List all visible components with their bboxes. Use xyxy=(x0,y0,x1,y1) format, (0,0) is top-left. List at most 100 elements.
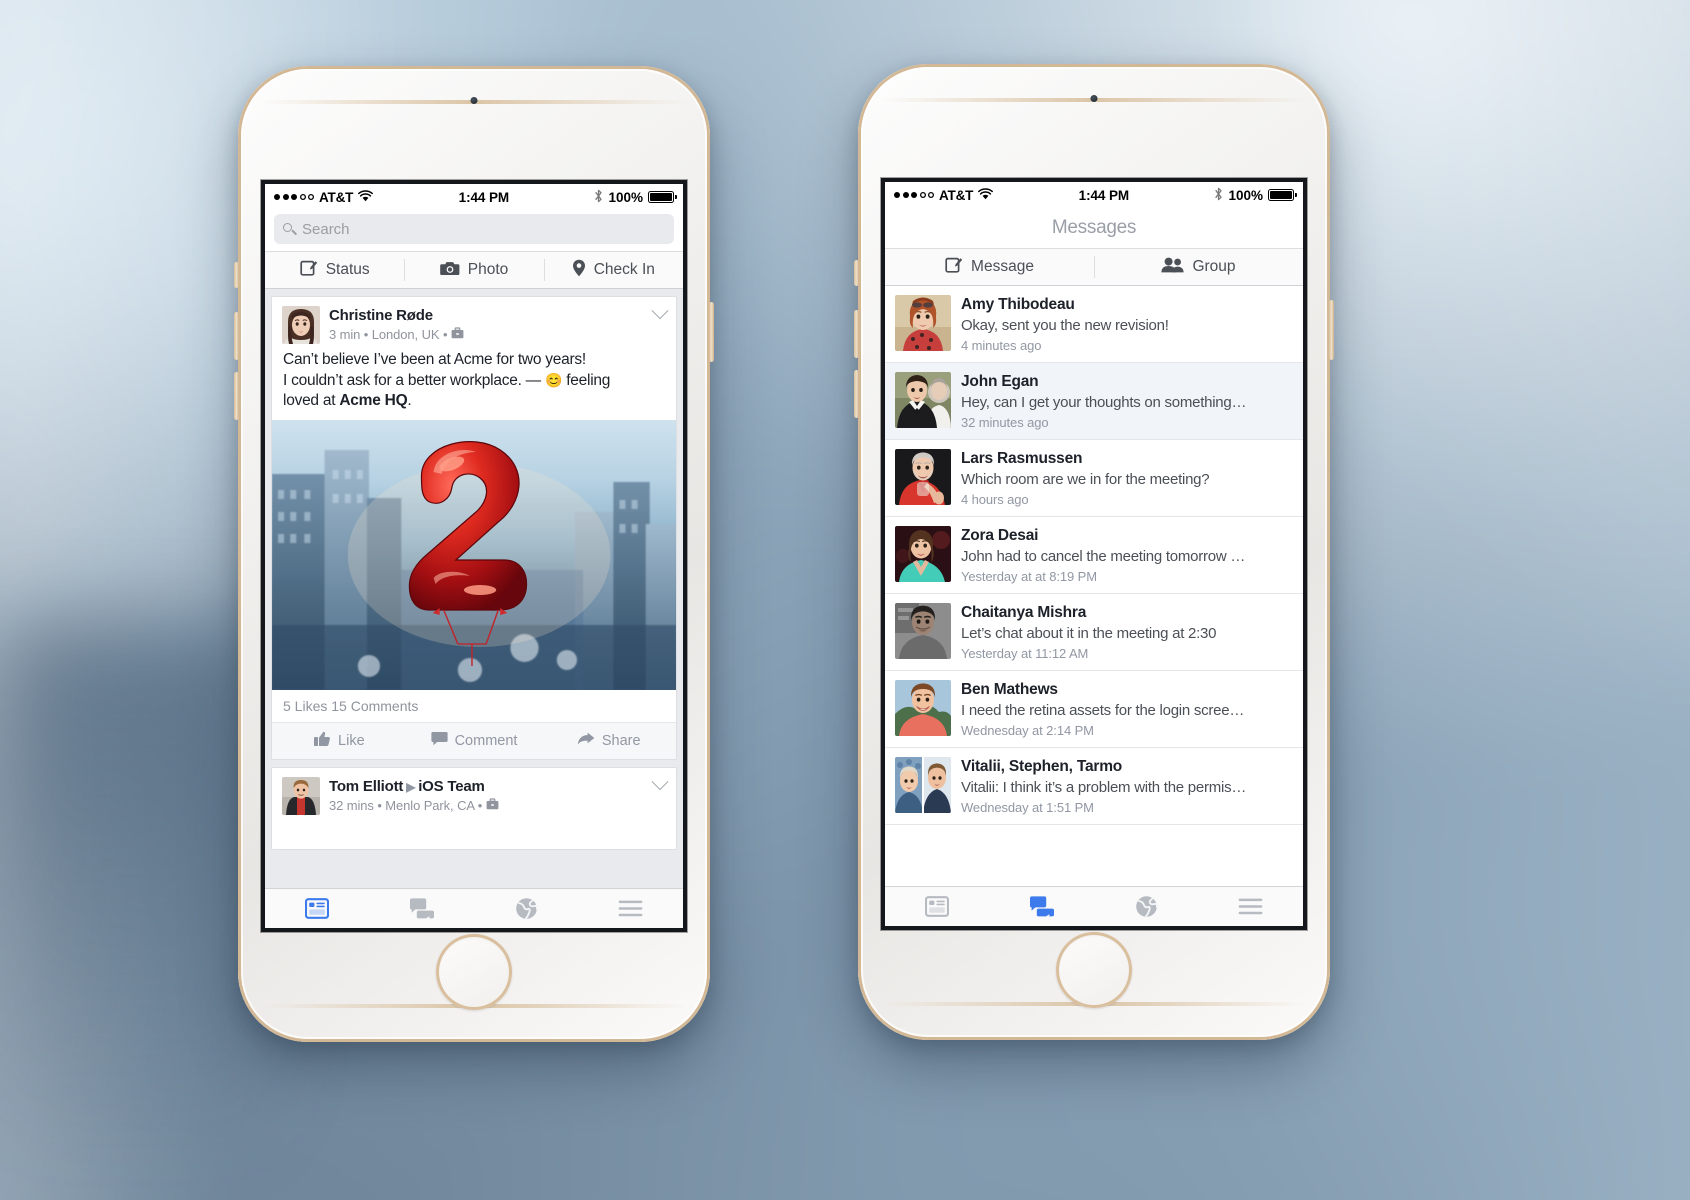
power-button[interactable] xyxy=(1329,300,1334,360)
avatar[interactable] xyxy=(895,526,951,582)
search-icon xyxy=(283,223,297,235)
thread-timestamp: Wednesday at 1:51 PM xyxy=(961,800,1094,815)
thread-snippet: Hey, can I get your thoughts on somethin… xyxy=(961,394,1247,411)
list-item[interactable]: Vitalii, Stephen, Tarmo Vitalii: I think… xyxy=(885,748,1303,825)
list-item[interactable]: Zora Desai John had to cancel the meetin… xyxy=(885,517,1303,594)
carrier-label: AT&T xyxy=(319,189,354,205)
phone-right-screen: AT&T 1:44 PM 100% Messages Message Group… xyxy=(885,182,1303,926)
tab-more[interactable] xyxy=(579,889,684,928)
thread-snippet: Which room are we in for the meeting? xyxy=(961,471,1210,488)
battery-percent-label: 100% xyxy=(1228,187,1263,203)
avatar[interactable] xyxy=(895,603,951,659)
post-place-link[interactable]: Acme HQ xyxy=(339,392,407,409)
photo-composer-button[interactable]: Photo xyxy=(404,252,543,288)
volume-up-button[interactable] xyxy=(234,312,239,360)
volume-down-button[interactable] xyxy=(854,370,859,418)
search-input[interactable]: Search xyxy=(274,214,674,244)
avatar[interactable] xyxy=(895,449,951,505)
thread-timestamp: 32 minutes ago xyxy=(961,415,1049,430)
work-briefcase-icon xyxy=(451,327,464,342)
post-counts[interactable]: 5 Likes 15 Comments xyxy=(272,690,676,723)
home-button[interactable] xyxy=(1056,932,1132,1008)
list-item[interactable]: John Egan Hey, can I get your thoughts o… xyxy=(885,363,1303,440)
status-composer-label: Status xyxy=(325,261,370,278)
post-timestamp: 3 min • London, UK • xyxy=(329,327,448,343)
avatar[interactable] xyxy=(895,680,951,736)
tab-bar-left xyxy=(265,888,683,928)
tab-more[interactable] xyxy=(1199,887,1304,926)
post-text-line-2a: I couldn’t ask for a better workplace. — xyxy=(283,371,545,389)
wifi-icon xyxy=(978,187,994,203)
new-group-button[interactable]: Group xyxy=(1094,249,1303,285)
list-item[interactable]: Lars Rasmussen Which room are we in for … xyxy=(885,440,1303,517)
carrier-label: AT&T xyxy=(939,187,974,203)
checkin-composer-button[interactable]: Check In xyxy=(543,252,683,288)
post-actions: Like Comment Share xyxy=(272,722,676,759)
tab-news-feed[interactable] xyxy=(265,889,370,928)
camera-icon xyxy=(439,260,460,281)
volume-down-button[interactable] xyxy=(234,372,239,420)
new-group-label: Group xyxy=(1192,258,1236,275)
group-avatar[interactable] xyxy=(895,757,951,813)
post-timestamp: 32 mins • Menlo Park, CA • xyxy=(329,798,483,814)
messages-tab-row: Message Group xyxy=(885,248,1303,286)
post-meta: Christine Røde 3 min • London, UK • xyxy=(329,306,645,342)
work-briefcase-icon xyxy=(486,798,499,813)
thread-content: Chaitanya Mishra Let’s chat about it in … xyxy=(961,603,1293,661)
new-message-button[interactable]: Message xyxy=(885,249,1094,285)
clock-label: 1:44 PM xyxy=(1078,187,1129,203)
share-button[interactable]: Share xyxy=(541,723,676,759)
thread-snippet: I need the retina assets for the login s… xyxy=(961,702,1245,719)
list-item[interactable]: Amy Thibodeau Okay, sent you the new rev… xyxy=(885,286,1303,363)
thread-snippet: Let’s chat about it in the meeting at 2:… xyxy=(961,625,1217,642)
phone-right: AT&T 1:44 PM 100% Messages Message Group… xyxy=(854,64,1334,1040)
avatar[interactable] xyxy=(282,306,320,344)
post-author[interactable]: Christine Røde xyxy=(329,307,645,324)
post-photo[interactable] xyxy=(272,419,676,690)
list-item[interactable]: Chaitanya Mishra Let’s chat about it in … xyxy=(885,594,1303,671)
avatar[interactable] xyxy=(895,372,951,428)
clock-label: 1:44 PM xyxy=(458,189,509,205)
mute-switch[interactable] xyxy=(234,262,239,288)
home-button[interactable] xyxy=(436,934,512,1010)
post-author-name: Tom Elliott xyxy=(329,777,404,795)
post-submeta: 3 min • London, UK • xyxy=(329,327,645,342)
like-button[interactable]: Like xyxy=(272,723,407,759)
status-bar-left: AT&T 1:44 PM 100% xyxy=(265,184,683,210)
message-thread-list[interactable]: Amy Thibodeau Okay, sent you the new rev… xyxy=(885,286,1303,886)
page-title: Messages xyxy=(1051,217,1137,238)
signal-strength-icon xyxy=(274,194,314,200)
post-text xyxy=(272,821,676,850)
mute-switch[interactable] xyxy=(854,260,859,286)
tab-messages[interactable] xyxy=(990,887,1095,926)
thread-content: Amy Thibodeau Okay, sent you the new rev… xyxy=(961,295,1293,353)
thread-name: Ben Mathews xyxy=(961,681,1058,698)
avatar[interactable] xyxy=(282,776,320,815)
list-item[interactable]: Ben Mathews I need the retina assets for… xyxy=(885,671,1303,748)
status-composer-button[interactable]: Status xyxy=(265,252,404,288)
tab-news-feed[interactable] xyxy=(885,887,990,926)
post-text-line-3a: loved at xyxy=(283,392,340,410)
compose-icon xyxy=(945,256,963,279)
tab-globe[interactable] xyxy=(1094,887,1199,926)
tab-globe[interactable] xyxy=(474,889,579,928)
share-label: Share xyxy=(601,732,641,749)
power-button[interactable] xyxy=(709,302,714,362)
search-row-left: Search xyxy=(265,210,683,251)
thread-content: Lars Rasmussen Which room are we in for … xyxy=(961,449,1293,507)
post-header: Christine Røde 3 min • London, UK • xyxy=(272,297,676,350)
post-options-chevron-down-icon[interactable] xyxy=(651,773,669,791)
comment-button[interactable]: Comment xyxy=(407,723,542,759)
ambient-light-sensor xyxy=(1090,95,1098,102)
post-submeta: 32 mins • Menlo Park, CA • xyxy=(329,798,645,813)
thread-content: John Egan Hey, can I get your thoughts o… xyxy=(961,372,1293,430)
thread-content: Zora Desai John had to cancel the meetin… xyxy=(961,526,1293,584)
thread-name: John Egan xyxy=(961,373,1039,390)
volume-up-button[interactable] xyxy=(854,310,859,358)
post-author[interactable]: Tom Elliott ▶ iOS Team xyxy=(329,778,645,795)
news-feed[interactable]: Christine Røde 3 min • London, UK • Can’… xyxy=(265,289,683,888)
post-options-chevron-down-icon[interactable] xyxy=(651,302,669,320)
tab-messages[interactable] xyxy=(370,889,475,928)
avatar[interactable] xyxy=(895,295,951,351)
thread-name: Amy Thibodeau xyxy=(961,296,1075,313)
